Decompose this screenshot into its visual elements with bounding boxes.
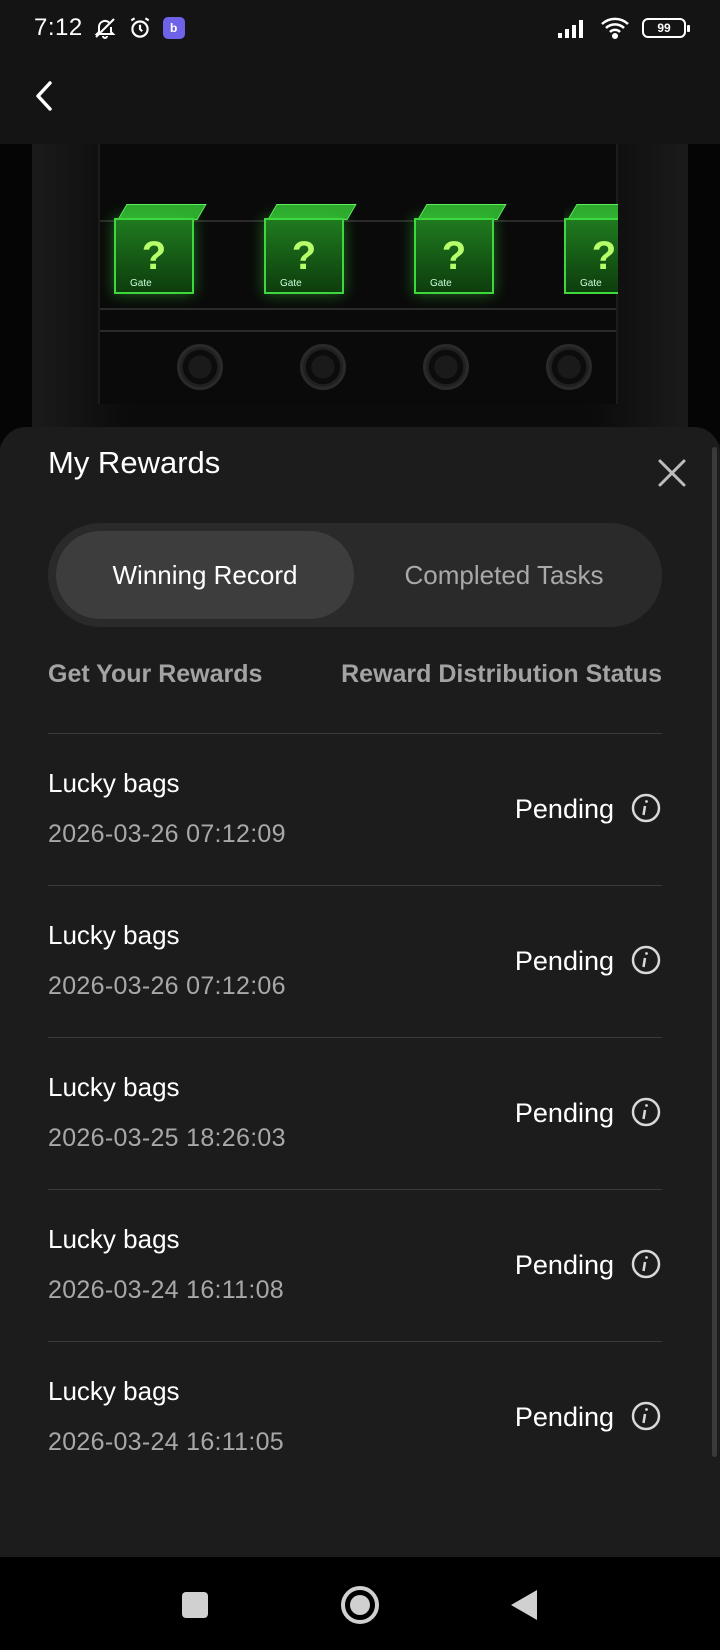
list-item: Lucky bags 2026-03-25 18:26:03 Pending: [48, 1037, 662, 1189]
mystery-box-front: ?: [414, 218, 494, 294]
record-date: 2026-03-25 18:26:03: [48, 1124, 286, 1152]
triangle-icon: [511, 1590, 537, 1620]
recent-apps-button[interactable]: [173, 1583, 217, 1627]
scrollbar[interactable]: [712, 447, 717, 1457]
box-brand-label: Gate: [130, 278, 152, 289]
question-mark: ?: [441, 233, 467, 278]
square-icon: [182, 1592, 208, 1618]
mystery-box-front: ?: [264, 218, 344, 294]
record-list: Lucky bags 2026-03-26 07:12:09 Pending L…: [48, 733, 662, 1493]
list-item: Lucky bags 2026-03-24 16:11:08 Pending: [48, 1189, 662, 1341]
record-status: Pending: [514, 1402, 614, 1432]
shelf-line: [100, 330, 616, 332]
close-icon: [658, 459, 686, 487]
alarm-icon: [130, 17, 149, 38]
status-bar: 7:12 b 99: [0, 0, 720, 56]
record-date: 2026-03-26 07:12:06: [48, 972, 286, 1000]
machine-wheel: [300, 344, 346, 390]
banner-illustration: ? Gate ? Gate ? Gate ? Gate: [0, 144, 720, 444]
list-item: Lucky bags 2026-03-26 07:12:06 Pending: [48, 885, 662, 1037]
mystery-box: ? Gate: [114, 204, 210, 294]
back-button[interactable]: [22, 74, 66, 118]
signal-icon: [558, 20, 583, 38]
column-header-status: Reward Distribution Status: [341, 659, 662, 688]
record-title: Lucky bags: [48, 1072, 180, 1102]
record-title: Lucky bags: [48, 768, 180, 798]
record-title: Lucky bags: [48, 1224, 180, 1254]
info-icon[interactable]: [630, 1400, 662, 1432]
info-icon[interactable]: [630, 792, 662, 824]
box-brand-label: Gate: [280, 278, 302, 289]
column-headers: Get Your Rewards Reward Distribution Sta…: [48, 649, 662, 699]
mystery-box-front: ?: [114, 218, 194, 294]
rewards-sheet: My Rewards Winning Record Completed Task…: [0, 427, 720, 1557]
record-status: Pending: [514, 1098, 614, 1128]
column-header-rewards: Get Your Rewards: [48, 659, 263, 688]
battery-level: 99: [657, 21, 671, 35]
list-item: Lucky bags 2026-03-26 07:12:09 Pending: [48, 733, 662, 885]
battery-icon: 99: [642, 18, 690, 38]
mystery-box: ? Gate: [264, 204, 360, 294]
box-brand-label: Gate: [580, 278, 602, 289]
info-icon[interactable]: [630, 1096, 662, 1128]
record-status: Pending: [514, 946, 614, 976]
shelf-line: [100, 308, 616, 310]
circle-icon: [341, 1586, 379, 1624]
record-title: Lucky bags: [48, 920, 180, 950]
question-mark: ?: [591, 233, 617, 278]
record-status: Pending: [514, 1250, 614, 1280]
sheet-title: My Rewards: [48, 445, 221, 480]
back-nav-button[interactable]: [502, 1583, 546, 1627]
tab-completed-tasks[interactable]: Completed Tasks: [354, 531, 654, 619]
status-time: 7:12: [34, 14, 83, 41]
question-mark: ?: [141, 233, 167, 278]
record-date: 2026-03-26 07:12:09: [48, 820, 286, 848]
question-mark: ?: [291, 233, 317, 278]
machine-wheel: [423, 344, 469, 390]
info-icon[interactable]: [630, 944, 662, 976]
bell-off-icon: [94, 18, 116, 39]
home-button[interactable]: [338, 1583, 382, 1627]
mystery-box: ? Gate: [564, 204, 618, 294]
machine-wheel: [546, 344, 592, 390]
list-item: Lucky bags 2026-03-24 16:11:05 Pending: [48, 1341, 662, 1493]
tab-winning-record[interactable]: Winning Record: [56, 531, 354, 619]
wifi-icon: [601, 17, 629, 40]
top-nav: [0, 56, 720, 144]
mystery-box: ? Gate: [414, 204, 510, 294]
machine-wheel: [177, 344, 223, 390]
system-nav-bar: [0, 1557, 720, 1650]
record-date: 2026-03-24 16:11:08: [48, 1276, 284, 1304]
app-notification-icon: b: [162, 17, 185, 39]
record-date: 2026-03-24 16:11:05: [48, 1428, 284, 1456]
record-title: Lucky bags: [48, 1376, 180, 1406]
chevron-left-icon: [36, 81, 52, 111]
box-brand-label: Gate: [430, 278, 452, 289]
tab-switcher: Winning Record Completed Tasks: [48, 523, 662, 627]
record-status: Pending: [514, 794, 614, 824]
info-icon[interactable]: [630, 1248, 662, 1280]
close-button[interactable]: [652, 453, 692, 493]
